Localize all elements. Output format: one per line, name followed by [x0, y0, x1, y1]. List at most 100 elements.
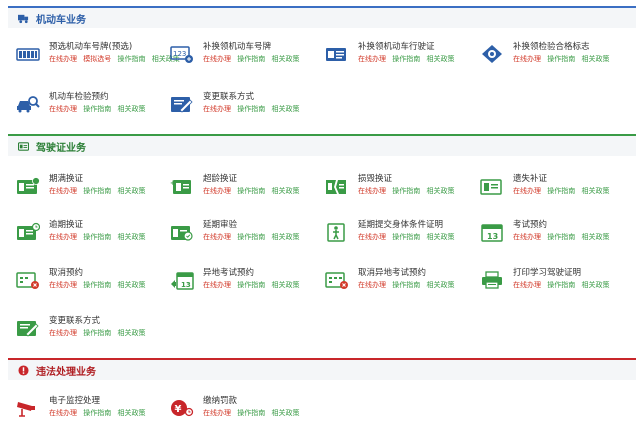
service-item[interactable]: 机动车检验预约 在线办理 操作指南 相关政策	[16, 92, 171, 118]
guide-link[interactable]: 操作指南	[392, 187, 420, 195]
service-item[interactable]: 延期提交身体条件证明 在线办理 操作指南 相关政策	[325, 220, 480, 246]
online-link[interactable]: 在线办理	[513, 55, 541, 63]
service-item[interactable]: 变更联系方式 在线办理 操作指南 相关政策	[170, 92, 325, 118]
item-title[interactable]: 变更联系方式	[203, 92, 254, 103]
policy-link[interactable]: 相关政策	[581, 281, 609, 289]
policy-link[interactable]: 相关政策	[271, 55, 299, 63]
policy-link[interactable]: 相关政策	[271, 233, 299, 241]
guide-link[interactable]: 操作指南	[392, 55, 420, 63]
item-title[interactable]: 预选机动车号牌(预选)	[49, 42, 132, 53]
policy-link[interactable]: 相关政策	[117, 105, 145, 113]
policy-link[interactable]: 相关政策	[271, 187, 299, 195]
simulate-link[interactable]: 模拟选号	[83, 55, 111, 63]
online-link[interactable]: 在线办理	[358, 187, 386, 195]
item-title[interactable]: 变更联系方式	[49, 316, 100, 327]
service-item[interactable]: 13 异地考试预约 在线办理 操作指南 相关政策	[170, 268, 325, 294]
service-item[interactable]: 取消异地考试预约 在线办理 操作指南 相关政策	[325, 268, 480, 294]
policy-link[interactable]: 相关政策	[426, 187, 454, 195]
online-link[interactable]: 在线办理	[203, 281, 231, 289]
item-title[interactable]: 电子监控处理	[49, 396, 100, 407]
guide-link[interactable]: 操作指南	[547, 55, 575, 63]
online-link[interactable]: 在线办理	[49, 233, 77, 241]
guide-link[interactable]: 操作指南	[547, 187, 575, 195]
guide-link[interactable]: 操作指南	[83, 409, 111, 417]
guide-link[interactable]: 操作指南	[83, 233, 111, 241]
guide-link[interactable]: 操作指南	[237, 187, 265, 195]
service-item[interactable]: 123 补换领机动车号牌 在线办理 操作指南 相关政策	[170, 42, 325, 68]
policy-link[interactable]: 相关政策	[117, 409, 145, 417]
service-item[interactable]: 延期审验 在线办理 操作指南 相关政策	[170, 220, 325, 246]
item-title[interactable]: 期满换证	[49, 174, 83, 185]
guide-link[interactable]: 操作指南	[83, 281, 111, 289]
online-link[interactable]: 在线办理	[203, 409, 231, 417]
item-title[interactable]: 损毁换证	[358, 174, 392, 185]
policy-link[interactable]: 相关政策	[581, 55, 609, 63]
policy-link[interactable]: 相关政策	[581, 187, 609, 195]
service-item[interactable]: 打印学习驾驶证明 在线办理 操作指南 相关政策	[480, 268, 635, 294]
service-item[interactable]: 损毁换证 在线办理 操作指南 相关政策	[325, 174, 480, 200]
online-link[interactable]: 在线办理	[203, 187, 231, 195]
policy-link[interactable]: 相关政策	[117, 187, 145, 195]
item-title[interactable]: 补换领检验合格标志	[513, 42, 590, 53]
guide-link[interactable]: 操作指南	[547, 281, 575, 289]
item-title[interactable]: 机动车检验预约	[49, 92, 109, 103]
item-title[interactable]: 补换领机动车号牌	[203, 42, 271, 53]
online-link[interactable]: 在线办理	[49, 281, 77, 289]
policy-link[interactable]: 相关政策	[426, 55, 454, 63]
service-item[interactable]: 逾期换证 在线办理 操作指南 相关政策	[16, 220, 171, 246]
service-item[interactable]: 期满换证 在线办理 操作指南 相关政策	[16, 174, 171, 200]
guide-link[interactable]: 操作指南	[237, 233, 265, 241]
policy-link[interactable]: 相关政策	[117, 329, 145, 337]
online-link[interactable]: 在线办理	[49, 409, 77, 417]
online-link[interactable]: 在线办理	[358, 281, 386, 289]
guide-link[interactable]: 操作指南	[117, 55, 145, 63]
online-link[interactable]: 在线办理	[203, 105, 231, 113]
item-title[interactable]: 缴纳罚款	[203, 396, 237, 407]
item-title[interactable]: 异地考试预约	[203, 268, 254, 279]
item-title[interactable]: 逾期换证	[49, 220, 83, 231]
service-item[interactable]: 13 考试预约 在线办理 操作指南 相关政策	[480, 220, 635, 246]
item-title[interactable]: 考试预约	[513, 220, 547, 231]
online-link[interactable]: 在线办理	[513, 233, 541, 241]
service-item[interactable]: 取消预约 在线办理 操作指南 相关政策	[16, 268, 171, 294]
policy-link[interactable]: 相关政策	[271, 105, 299, 113]
guide-link[interactable]: 操作指南	[83, 187, 111, 195]
item-title[interactable]: 延期审验	[203, 220, 237, 231]
guide-link[interactable]: 操作指南	[237, 281, 265, 289]
online-link[interactable]: 在线办理	[49, 329, 77, 337]
guide-link[interactable]: 操作指南	[83, 329, 111, 337]
online-link[interactable]: 在线办理	[358, 233, 386, 241]
policy-link[interactable]: 相关政策	[117, 233, 145, 241]
guide-link[interactable]: 操作指南	[392, 281, 420, 289]
online-link[interactable]: 在线办理	[358, 55, 386, 63]
online-link[interactable]: 在线办理	[203, 55, 231, 63]
online-link[interactable]: 在线办理	[203, 233, 231, 241]
guide-link[interactable]: 操作指南	[83, 105, 111, 113]
guide-link[interactable]: 操作指南	[237, 105, 265, 113]
policy-link[interactable]: 相关政策	[426, 281, 454, 289]
online-link[interactable]: 在线办理	[49, 187, 77, 195]
policy-link[interactable]: 相关政策	[271, 409, 299, 417]
item-title[interactable]: 取消预约	[49, 268, 83, 279]
service-item[interactable]: 补换领检验合格标志 在线办理 操作指南 相关政策	[480, 42, 635, 68]
guide-link[interactable]: 操作指南	[392, 233, 420, 241]
online-link[interactable]: 在线办理	[49, 55, 77, 63]
item-title[interactable]: 取消异地考试预约	[358, 268, 426, 279]
item-title[interactable]: 补换领机动车行驶证	[358, 42, 435, 53]
policy-link[interactable]: 相关政策	[271, 281, 299, 289]
service-item[interactable]: 预选机动车号牌(预选) 在线办理 模拟选号 操作指南 相关政策	[16, 42, 180, 68]
service-item[interactable]: 变更联系方式 在线办理 操作指南 相关政策	[16, 316, 171, 342]
online-link[interactable]: 在线办理	[513, 281, 541, 289]
item-title[interactable]: 遗失补证	[513, 174, 547, 185]
policy-link[interactable]: 相关政策	[581, 233, 609, 241]
service-item[interactable]: 遗失补证 在线办理 操作指南 相关政策	[480, 174, 635, 200]
policy-link[interactable]: 相关政策	[117, 281, 145, 289]
online-link[interactable]: 在线办理	[49, 105, 77, 113]
service-item[interactable]: 电子监控处理 在线办理 操作指南 相关政策	[16, 396, 171, 422]
service-item[interactable]: ¥ 缴纳罚款 在线办理 操作指南 相关政策	[170, 396, 325, 422]
policy-link[interactable]: 相关政策	[426, 233, 454, 241]
item-title[interactable]: 超龄换证	[203, 174, 237, 185]
service-item[interactable]: 补换领机动车行驶证 在线办理 操作指南 相关政策	[325, 42, 480, 68]
item-title[interactable]: 打印学习驾驶证明	[513, 268, 581, 279]
guide-link[interactable]: 操作指南	[237, 409, 265, 417]
